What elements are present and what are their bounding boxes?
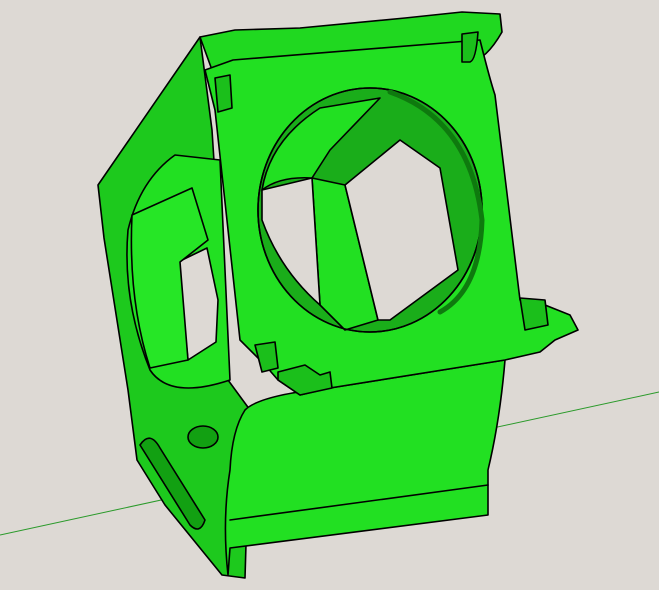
corner-notch-bottom-left — [254, 341, 279, 373]
corner-notch-bottom-right — [519, 297, 549, 331]
model-canvas — [0, 11, 659, 579]
3d-viewport[interactable] — [0, 0, 659, 590]
corner-notch-top-left — [214, 74, 233, 113]
base — [224, 359, 506, 576]
base-hole — [187, 425, 219, 449]
